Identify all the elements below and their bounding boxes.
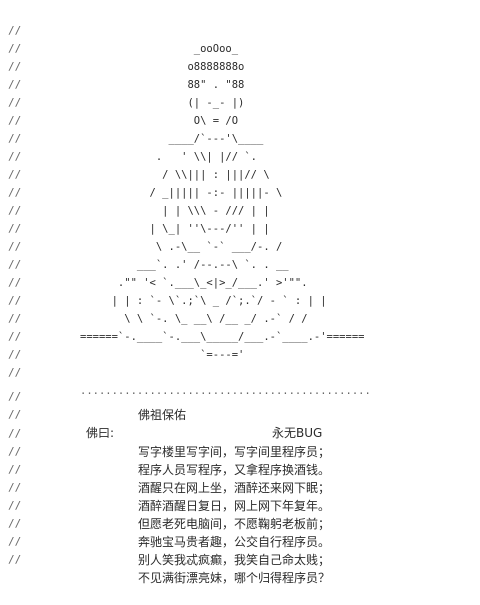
code-line: // ____/`---'\____ [0,94,480,145]
poem-line: 不见满街漂亮妹，哪个归得程序员？ [138,571,331,585]
code-line: // 写字楼里写字间，写字间里程序员； [0,407,480,459]
code-line: // 程序人员写程序，又拿程序换酒钱。 [0,425,480,477]
code-line: // | \_| ''\---/'' | | [0,184,480,235]
code-editor: // _ooOoo_ // o8888888o // 88" . "88 // … [0,0,480,585]
code-line: // ======`-.____`-.___\_____/___.-`____.… [0,292,480,343]
code-line: // 别人笑我忒疯癫，我笑自己命太贱； [0,515,480,567]
code-line: // 但愿老死电脑间，不愿鞠躬老板前； [0,479,480,531]
code-line: // (| -_- |) [0,58,480,109]
code-line: // 88" . "88 [0,40,480,91]
code-line: // ."" '< `.___\_<|>_/___.' >'"". [0,238,480,289]
code-line: // 佛祖保佑 永无BUG [0,370,480,440]
code-line: // 不见满街漂亮妹，哪个归得程序员？ [0,533,480,585]
code-line: // | | : `- \`.;`\ _ /`;.`/ - ` : | | [0,256,480,307]
code-line: // ___`. .' /--.--\ `. . __ [0,220,480,271]
code-line: // \ \ `-. \_ __\ /__ _/ .-` / / [0,274,480,325]
code-line: // o8888888o [0,22,480,73]
code-line: // [0,328,480,361]
code-line: // O\ = /O [0,76,480,127]
code-line: // `=---=' [0,310,480,361]
code-line: // 奔驰宝马贵者趣，公交自行程序员。 [0,497,480,549]
code-line: // 酒醒只在网上坐，酒醉还来网下眠； [0,443,480,495]
code-line: // \ .-\__ `-` ___/-. / [0,202,480,253]
code-line: // .....................................… [0,346,480,397]
code-line: // / _||||| -:- |||||- \ [0,148,480,199]
code-line: // | | \\\ - /// | | [0,166,480,217]
code-line: // / \\||| : |||// \ [0,130,480,181]
code-line: // . ' \\| |// `. [0,112,480,163]
code-line: // 佛曰: [0,388,480,440]
code-line: // _ooOoo_ [0,4,480,55]
code-line: // 酒醉酒醒日复日，网上网下年复年。 [0,461,480,513]
